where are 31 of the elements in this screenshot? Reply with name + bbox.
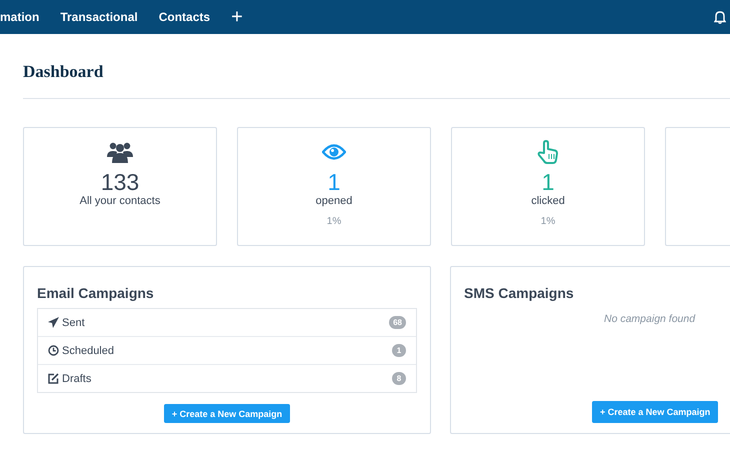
stat-value: 1 (542, 169, 554, 195)
list-item-label: Sent (62, 316, 86, 328)
list-item-label: Scheduled (62, 344, 115, 356)
empty-message: No campaign found (604, 313, 696, 325)
stat-label: All your contacts (80, 195, 160, 207)
count-badge: 1 (392, 344, 406, 357)
paper-plane-icon (48, 317, 59, 328)
page-title: Dashboard (23, 61, 104, 83)
panel-title: SMS Campaigns (464, 285, 575, 301)
campaign-list-item[interactable]: Sent 68 (38, 309, 416, 336)
bell-icon[interactable] (714, 10, 726, 24)
pointing-hand-icon (537, 140, 559, 164)
nav-item[interactable]: mation (0, 10, 40, 24)
stat-label: clicked (531, 195, 565, 207)
count-badge: 8 (392, 372, 406, 385)
nav-item[interactable]: Transactional (60, 10, 138, 24)
stat-percent: 1% (540, 216, 556, 227)
count-badge: 68 (389, 316, 406, 329)
edit-icon (48, 373, 59, 384)
list-item-label: Drafts (62, 372, 92, 384)
stat-value: 133 (100, 169, 140, 195)
campaign-list-item[interactable]: Scheduled 1 (38, 336, 416, 364)
users-icon (107, 140, 133, 164)
stat-value: 1 (328, 169, 340, 195)
panel-title: Email Campaigns (37, 285, 155, 301)
campaign-list-item[interactable]: Drafts 8 (38, 364, 416, 392)
stat-label: opened (316, 195, 352, 207)
add-button[interactable]: + (231, 7, 243, 27)
stat-percent: 1% (326, 216, 342, 227)
clock-icon (48, 345, 59, 356)
nav-item[interactable]: Contacts (158, 10, 210, 24)
